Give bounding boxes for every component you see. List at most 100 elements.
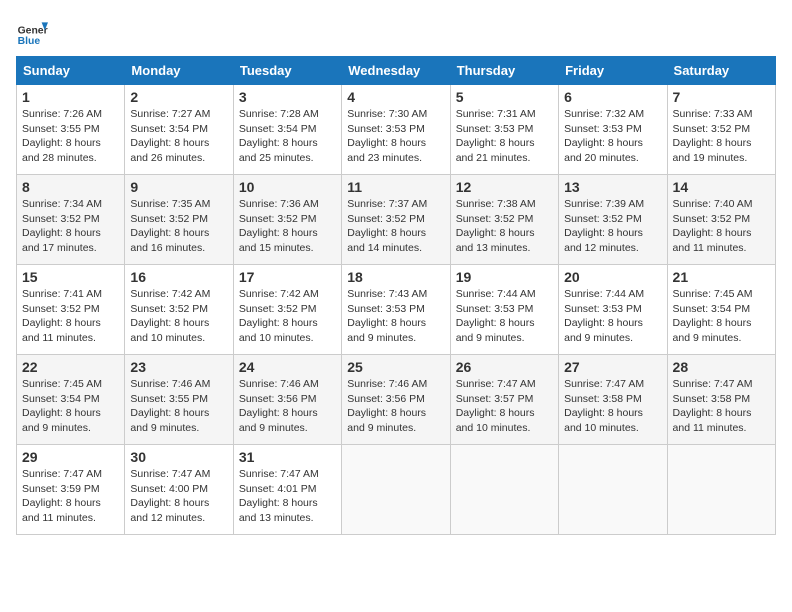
- day-number: 22: [22, 359, 119, 375]
- day-cell: 11 Sunrise: 7:37 AMSunset: 3:52 PMDaylig…: [342, 175, 450, 265]
- week-row-5: 29 Sunrise: 7:47 AMSunset: 3:59 PMDaylig…: [17, 445, 776, 535]
- day-cell: 2 Sunrise: 7:27 AMSunset: 3:54 PMDayligh…: [125, 85, 233, 175]
- day-detail: Sunrise: 7:43 AMSunset: 3:53 PMDaylight:…: [347, 288, 427, 344]
- day-detail: Sunrise: 7:30 AMSunset: 3:53 PMDaylight:…: [347, 108, 427, 164]
- header-thursday: Thursday: [450, 57, 558, 85]
- day-cell: 18 Sunrise: 7:43 AMSunset: 3:53 PMDaylig…: [342, 265, 450, 355]
- day-number: 10: [239, 179, 336, 195]
- header-wednesday: Wednesday: [342, 57, 450, 85]
- day-number: 25: [347, 359, 444, 375]
- day-cell: 10 Sunrise: 7:36 AMSunset: 3:52 PMDaylig…: [233, 175, 341, 265]
- day-number: 8: [22, 179, 119, 195]
- day-detail: Sunrise: 7:40 AMSunset: 3:52 PMDaylight:…: [673, 198, 753, 254]
- header-tuesday: Tuesday: [233, 57, 341, 85]
- day-detail: Sunrise: 7:46 AMSunset: 3:55 PMDaylight:…: [130, 378, 210, 434]
- day-detail: Sunrise: 7:27 AMSunset: 3:54 PMDaylight:…: [130, 108, 210, 164]
- day-cell: 9 Sunrise: 7:35 AMSunset: 3:52 PMDayligh…: [125, 175, 233, 265]
- day-number: 2: [130, 89, 227, 105]
- day-number: 15: [22, 269, 119, 285]
- day-cell: 3 Sunrise: 7:28 AMSunset: 3:54 PMDayligh…: [233, 85, 341, 175]
- day-detail: Sunrise: 7:41 AMSunset: 3:52 PMDaylight:…: [22, 288, 102, 344]
- day-number: 31: [239, 449, 336, 465]
- day-detail: Sunrise: 7:38 AMSunset: 3:52 PMDaylight:…: [456, 198, 536, 254]
- day-number: 16: [130, 269, 227, 285]
- day-cell: 26 Sunrise: 7:47 AMSunset: 3:57 PMDaylig…: [450, 355, 558, 445]
- day-cell: 20 Sunrise: 7:44 AMSunset: 3:53 PMDaylig…: [559, 265, 667, 355]
- day-detail: Sunrise: 7:45 AMSunset: 3:54 PMDaylight:…: [673, 288, 753, 344]
- day-detail: Sunrise: 7:47 AMSunset: 3:57 PMDaylight:…: [456, 378, 536, 434]
- day-detail: Sunrise: 7:47 AMSunset: 4:01 PMDaylight:…: [239, 468, 319, 524]
- day-cell: 31 Sunrise: 7:47 AMSunset: 4:01 PMDaylig…: [233, 445, 341, 535]
- day-number: 23: [130, 359, 227, 375]
- day-number: 19: [456, 269, 553, 285]
- day-number: 6: [564, 89, 661, 105]
- day-detail: Sunrise: 7:42 AMSunset: 3:52 PMDaylight:…: [239, 288, 319, 344]
- day-cell: 19 Sunrise: 7:44 AMSunset: 3:53 PMDaylig…: [450, 265, 558, 355]
- day-cell: 27 Sunrise: 7:47 AMSunset: 3:58 PMDaylig…: [559, 355, 667, 445]
- header-friday: Friday: [559, 57, 667, 85]
- day-detail: Sunrise: 7:34 AMSunset: 3:52 PMDaylight:…: [22, 198, 102, 254]
- day-detail: Sunrise: 7:28 AMSunset: 3:54 PMDaylight:…: [239, 108, 319, 164]
- day-cell: 5 Sunrise: 7:31 AMSunset: 3:53 PMDayligh…: [450, 85, 558, 175]
- day-detail: Sunrise: 7:47 AMSunset: 4:00 PMDaylight:…: [130, 468, 210, 524]
- day-cell: [559, 445, 667, 535]
- week-row-2: 8 Sunrise: 7:34 AMSunset: 3:52 PMDayligh…: [17, 175, 776, 265]
- day-cell: 28 Sunrise: 7:47 AMSunset: 3:58 PMDaylig…: [667, 355, 775, 445]
- day-cell: 6 Sunrise: 7:32 AMSunset: 3:53 PMDayligh…: [559, 85, 667, 175]
- day-detail: Sunrise: 7:26 AMSunset: 3:55 PMDaylight:…: [22, 108, 102, 164]
- day-detail: Sunrise: 7:33 AMSunset: 3:52 PMDaylight:…: [673, 108, 753, 164]
- day-number: 20: [564, 269, 661, 285]
- header-sunday: Sunday: [17, 57, 125, 85]
- week-row-1: 1 Sunrise: 7:26 AMSunset: 3:55 PMDayligh…: [17, 85, 776, 175]
- day-number: 24: [239, 359, 336, 375]
- day-number: 3: [239, 89, 336, 105]
- day-detail: Sunrise: 7:44 AMSunset: 3:53 PMDaylight:…: [456, 288, 536, 344]
- day-cell: 8 Sunrise: 7:34 AMSunset: 3:52 PMDayligh…: [17, 175, 125, 265]
- day-cell: [450, 445, 558, 535]
- day-number: 4: [347, 89, 444, 105]
- day-number: 28: [673, 359, 770, 375]
- day-detail: Sunrise: 7:36 AMSunset: 3:52 PMDaylight:…: [239, 198, 319, 254]
- header-monday: Monday: [125, 57, 233, 85]
- day-detail: Sunrise: 7:35 AMSunset: 3:52 PMDaylight:…: [130, 198, 210, 254]
- day-detail: Sunrise: 7:39 AMSunset: 3:52 PMDaylight:…: [564, 198, 644, 254]
- day-number: 21: [673, 269, 770, 285]
- day-cell: 22 Sunrise: 7:45 AMSunset: 3:54 PMDaylig…: [17, 355, 125, 445]
- day-detail: Sunrise: 7:44 AMSunset: 3:53 PMDaylight:…: [564, 288, 644, 344]
- day-number: 26: [456, 359, 553, 375]
- day-detail: Sunrise: 7:47 AMSunset: 3:58 PMDaylight:…: [673, 378, 753, 434]
- day-cell: 15 Sunrise: 7:41 AMSunset: 3:52 PMDaylig…: [17, 265, 125, 355]
- day-number: 29: [22, 449, 119, 465]
- day-number: 11: [347, 179, 444, 195]
- day-cell: 4 Sunrise: 7:30 AMSunset: 3:53 PMDayligh…: [342, 85, 450, 175]
- day-detail: Sunrise: 7:31 AMSunset: 3:53 PMDaylight:…: [456, 108, 536, 164]
- day-number: 7: [673, 89, 770, 105]
- day-cell: 23 Sunrise: 7:46 AMSunset: 3:55 PMDaylig…: [125, 355, 233, 445]
- day-cell: 29 Sunrise: 7:47 AMSunset: 3:59 PMDaylig…: [17, 445, 125, 535]
- day-cell: [667, 445, 775, 535]
- header-row: SundayMondayTuesdayWednesdayThursdayFrid…: [17, 57, 776, 85]
- day-cell: 7 Sunrise: 7:33 AMSunset: 3:52 PMDayligh…: [667, 85, 775, 175]
- page-header: General Blue: [16, 16, 776, 48]
- svg-text:General: General: [18, 26, 48, 37]
- day-number: 14: [673, 179, 770, 195]
- day-cell: 30 Sunrise: 7:47 AMSunset: 4:00 PMDaylig…: [125, 445, 233, 535]
- day-cell: 17 Sunrise: 7:42 AMSunset: 3:52 PMDaylig…: [233, 265, 341, 355]
- day-cell: 1 Sunrise: 7:26 AMSunset: 3:55 PMDayligh…: [17, 85, 125, 175]
- week-row-4: 22 Sunrise: 7:45 AMSunset: 3:54 PMDaylig…: [17, 355, 776, 445]
- day-cell: 24 Sunrise: 7:46 AMSunset: 3:56 PMDaylig…: [233, 355, 341, 445]
- day-cell: 25 Sunrise: 7:46 AMSunset: 3:56 PMDaylig…: [342, 355, 450, 445]
- day-number: 27: [564, 359, 661, 375]
- logo-icon: General Blue: [16, 16, 48, 48]
- day-detail: Sunrise: 7:37 AMSunset: 3:52 PMDaylight:…: [347, 198, 427, 254]
- day-number: 30: [130, 449, 227, 465]
- day-detail: Sunrise: 7:42 AMSunset: 3:52 PMDaylight:…: [130, 288, 210, 344]
- day-number: 13: [564, 179, 661, 195]
- day-detail: Sunrise: 7:46 AMSunset: 3:56 PMDaylight:…: [239, 378, 319, 434]
- week-row-3: 15 Sunrise: 7:41 AMSunset: 3:52 PMDaylig…: [17, 265, 776, 355]
- day-number: 18: [347, 269, 444, 285]
- day-detail: Sunrise: 7:47 AMSunset: 3:58 PMDaylight:…: [564, 378, 644, 434]
- header-saturday: Saturday: [667, 57, 775, 85]
- day-cell: 12 Sunrise: 7:38 AMSunset: 3:52 PMDaylig…: [450, 175, 558, 265]
- day-detail: Sunrise: 7:47 AMSunset: 3:59 PMDaylight:…: [22, 468, 102, 524]
